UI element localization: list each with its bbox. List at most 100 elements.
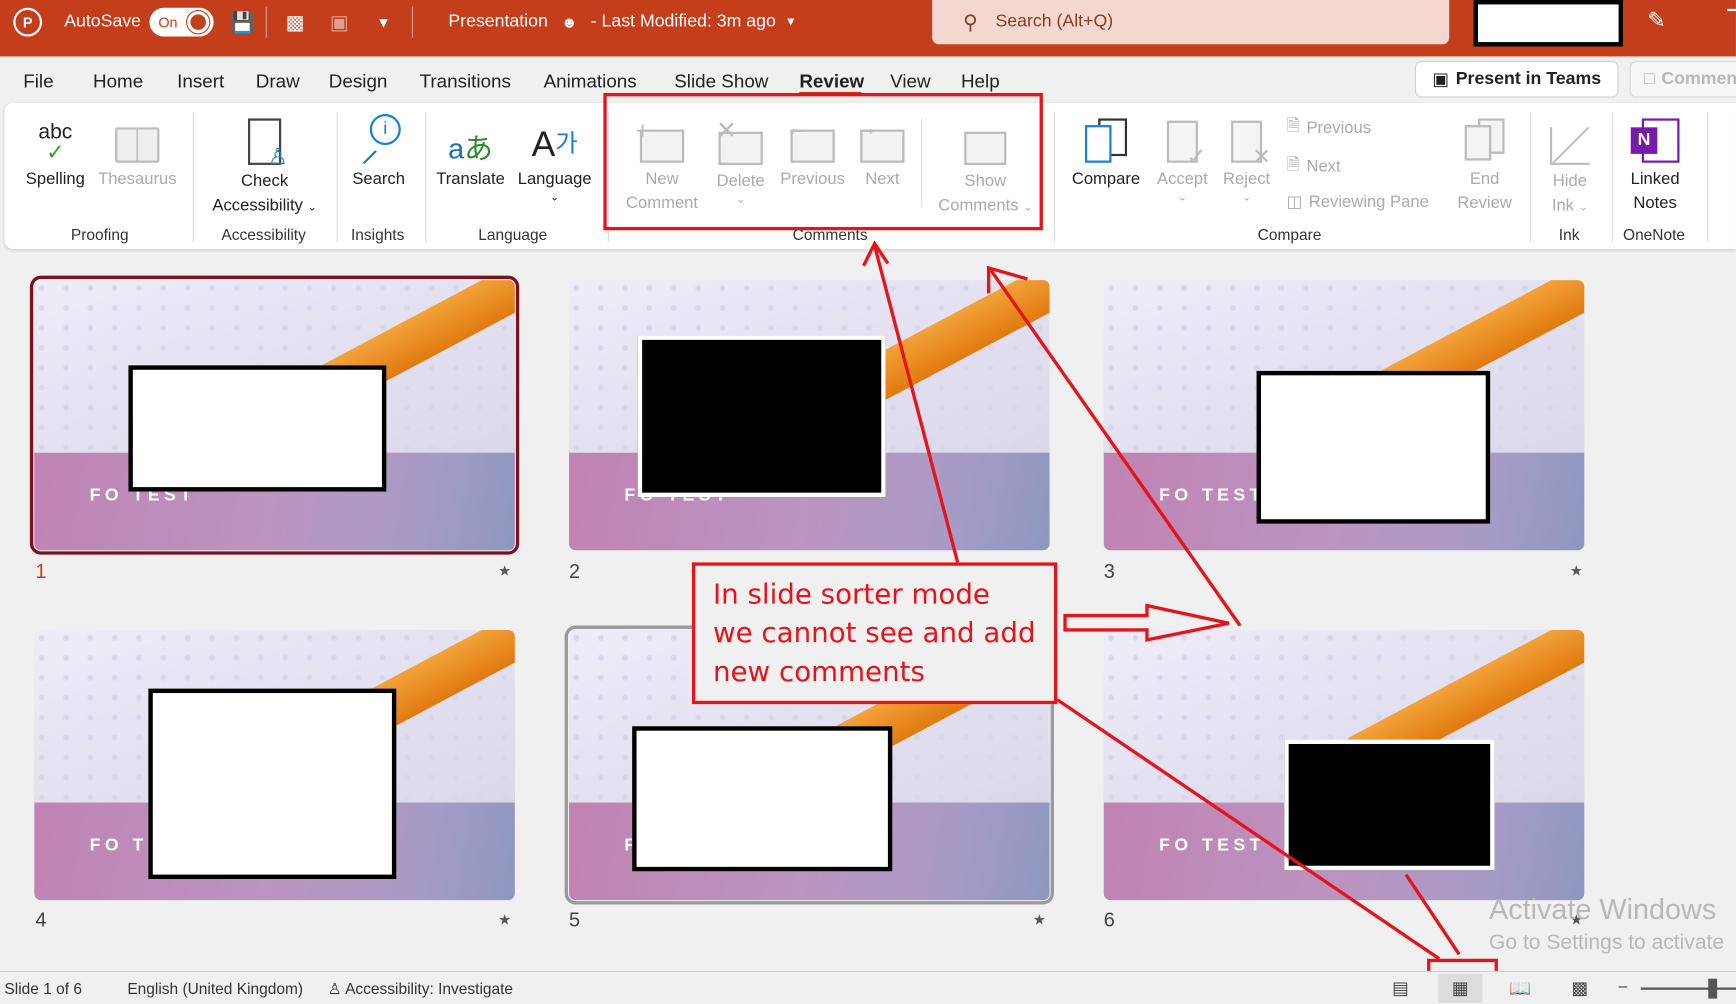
- redacted-content: [637, 335, 886, 498]
- animation-star-icon: ★: [1032, 911, 1046, 928]
- slide-title: FO TEST: [1159, 486, 1265, 505]
- group-label-onenote: OneNote: [1623, 225, 1686, 244]
- redacted-content: [148, 688, 397, 880]
- check-accessibility-button[interactable]: ♙ Check Accessibility ⌄: [204, 112, 326, 218]
- check-accessibility-label-2: Accessibility: [212, 195, 303, 215]
- present-in-teams-label: Present in Teams: [1455, 69, 1602, 89]
- teams-icon: ▣: [1432, 70, 1450, 90]
- slide-thumbnail-1[interactable]: FO TEST: [29, 275, 520, 555]
- comments-label: Comments: [1661, 69, 1736, 89]
- slide-thumbnail-2[interactable]: FO TEST: [569, 280, 1050, 551]
- hide-ink-label-1: Hide: [1552, 171, 1587, 191]
- tab-help[interactable]: Help: [961, 71, 1000, 93]
- autosave-state: On: [158, 13, 178, 31]
- slideshow-icon: ▩: [1571, 979, 1589, 999]
- book-icon: [115, 110, 160, 163]
- slide-number: 2: [569, 560, 581, 583]
- tab-design[interactable]: Design: [329, 71, 388, 93]
- smart-search-button[interactable]: i Search: [348, 110, 410, 192]
- translate-icon: aあ: [448, 131, 493, 165]
- comments-button[interactable]: □ Comments: [1629, 60, 1736, 98]
- accept-icon: ✓: [1166, 110, 1207, 169]
- reviewing-pane-button[interactable]: ◫ Reviewing Pane: [1286, 192, 1429, 211]
- next-change-icon: 🗎: [1286, 154, 1300, 174]
- thesaurus-button[interactable]: Thesaurus: [95, 110, 179, 192]
- redacted-content: [1284, 739, 1495, 871]
- chevron-down-icon: ⌄: [550, 191, 560, 204]
- reviewing-pane-label: Reviewing Pane: [1308, 192, 1429, 211]
- linked-notes-label-1: Linked: [1630, 169, 1680, 189]
- compare-documents-icon: [1084, 110, 1128, 163]
- tab-review[interactable]: Review: [799, 71, 864, 93]
- compare-button[interactable]: Compare: [1067, 110, 1144, 192]
- spelling-label: Spelling: [25, 169, 85, 189]
- accessibility-status-label: Accessibility: Investigate: [345, 979, 514, 998]
- search-icon: ⚲: [963, 10, 978, 33]
- zoom-slider[interactable]: [1640, 987, 1736, 990]
- compare-label: Compare: [1071, 169, 1141, 189]
- tab-animations[interactable]: Animations: [544, 71, 637, 93]
- slide-thumbnail-4[interactable]: FO TEST: [34, 629, 515, 901]
- slide-thumbnail-3[interactable]: FO TEST: [1103, 280, 1585, 551]
- customize-qat-icon[interactable]: ▼: [376, 0, 390, 44]
- group-label-accessibility: Accessibility: [221, 225, 306, 244]
- linked-notes-label-2: Notes: [1633, 193, 1677, 213]
- animation-star-icon: ★: [498, 911, 512, 928]
- reading-view-button[interactable]: 📖: [1498, 974, 1542, 1003]
- reject-label: Reject: [1223, 169, 1271, 189]
- accessibility-icon: ♙: [327, 979, 342, 998]
- activate-windows-watermark: Activate Windows Go to Settings to activ…: [1489, 892, 1724, 955]
- tab-home[interactable]: Home: [93, 71, 143, 93]
- redacted-content: [632, 726, 893, 872]
- spelling-button[interactable]: abc ✓ Spelling: [22, 110, 88, 192]
- tab-file[interactable]: File: [23, 71, 53, 93]
- zoom-out-button[interactable]: –: [1619, 976, 1628, 994]
- redacted-content: [1256, 370, 1491, 524]
- translate-button[interactable]: aあ Translate: [434, 110, 507, 192]
- search-info-icon: i: [356, 110, 401, 165]
- autosave-toggle[interactable]: On: [149, 7, 214, 37]
- end-review-button[interactable]: End Review: [1448, 110, 1521, 216]
- zoom-slider-thumb[interactable]: [1708, 978, 1718, 999]
- group-label-ink: Ink: [1558, 225, 1580, 244]
- reject-button[interactable]: ✕ Reject ⌄: [1218, 110, 1276, 205]
- annotation-note: In slide sorter mode we cannot see and a…: [691, 562, 1058, 705]
- slide-thumbnail-6[interactable]: FO TEST: [1103, 629, 1585, 901]
- present-in-teams-button[interactable]: ▣ Present in Teams: [1414, 60, 1619, 98]
- group-label-compare: Compare: [1257, 225, 1322, 244]
- feedback-megaphone-icon[interactable]: ✎: [1647, 7, 1666, 35]
- tab-draw[interactable]: Draw: [256, 71, 300, 93]
- language-icon: A가: [531, 123, 578, 164]
- previous-change-label: Previous: [1306, 118, 1372, 138]
- normal-view-button[interactable]: ▤: [1378, 974, 1422, 1003]
- hide-ink-button[interactable]: Hide Ink ⌄: [1539, 112, 1601, 218]
- minimize-button[interactable]: [1727, 8, 1736, 12]
- chevron-down-icon: ⌄: [1578, 201, 1588, 214]
- tab-transitions[interactable]: Transitions: [420, 71, 511, 93]
- chevron-down-icon: ⌄: [307, 201, 317, 214]
- slideshow-view-button[interactable]: ▩: [1558, 974, 1602, 1003]
- search-label: Search: [352, 169, 405, 189]
- tab-slide-show[interactable]: Slide Show: [674, 71, 768, 93]
- start-slideshow-icon[interactable]: ▩: [286, 0, 305, 44]
- next-change-button[interactable]: 🗎 Next: [1286, 153, 1340, 181]
- textbox-icon[interactable]: ▣: [330, 0, 349, 44]
- redacted-account: [1473, 0, 1624, 47]
- watermark-line-1: Activate Windows: [1489, 892, 1717, 926]
- translate-label: Translate: [436, 169, 505, 189]
- slide-sorter-view-button[interactable]: ▦: [1438, 974, 1483, 1004]
- linked-notes-button[interactable]: N Linked Notes: [1619, 110, 1692, 216]
- language-button[interactable]: A가 Language ⌄: [514, 110, 596, 205]
- accept-button[interactable]: ✓ Accept ⌄: [1151, 110, 1213, 205]
- document-title-button[interactable]: Presentation ☻ - Last Modified: 3m ago ▼: [448, 0, 796, 44]
- save-icon[interactable]: 💾: [230, 0, 255, 44]
- language-status[interactable]: English (United Kingdom): [127, 980, 303, 998]
- accessibility-status[interactable]: ♙ Accessibility: Investigate: [328, 980, 513, 999]
- tab-view[interactable]: View: [890, 71, 930, 93]
- powerpoint-logo-icon: P: [13, 7, 43, 37]
- search-input[interactable]: ⚲ Search (Alt+Q): [932, 0, 1450, 45]
- previous-change-button[interactable]: 🗎 Previous: [1286, 114, 1371, 142]
- chevron-down-icon: ⌄: [1177, 191, 1188, 204]
- tab-insert[interactable]: Insert: [177, 71, 224, 93]
- slide-number: 3: [1103, 560, 1115, 583]
